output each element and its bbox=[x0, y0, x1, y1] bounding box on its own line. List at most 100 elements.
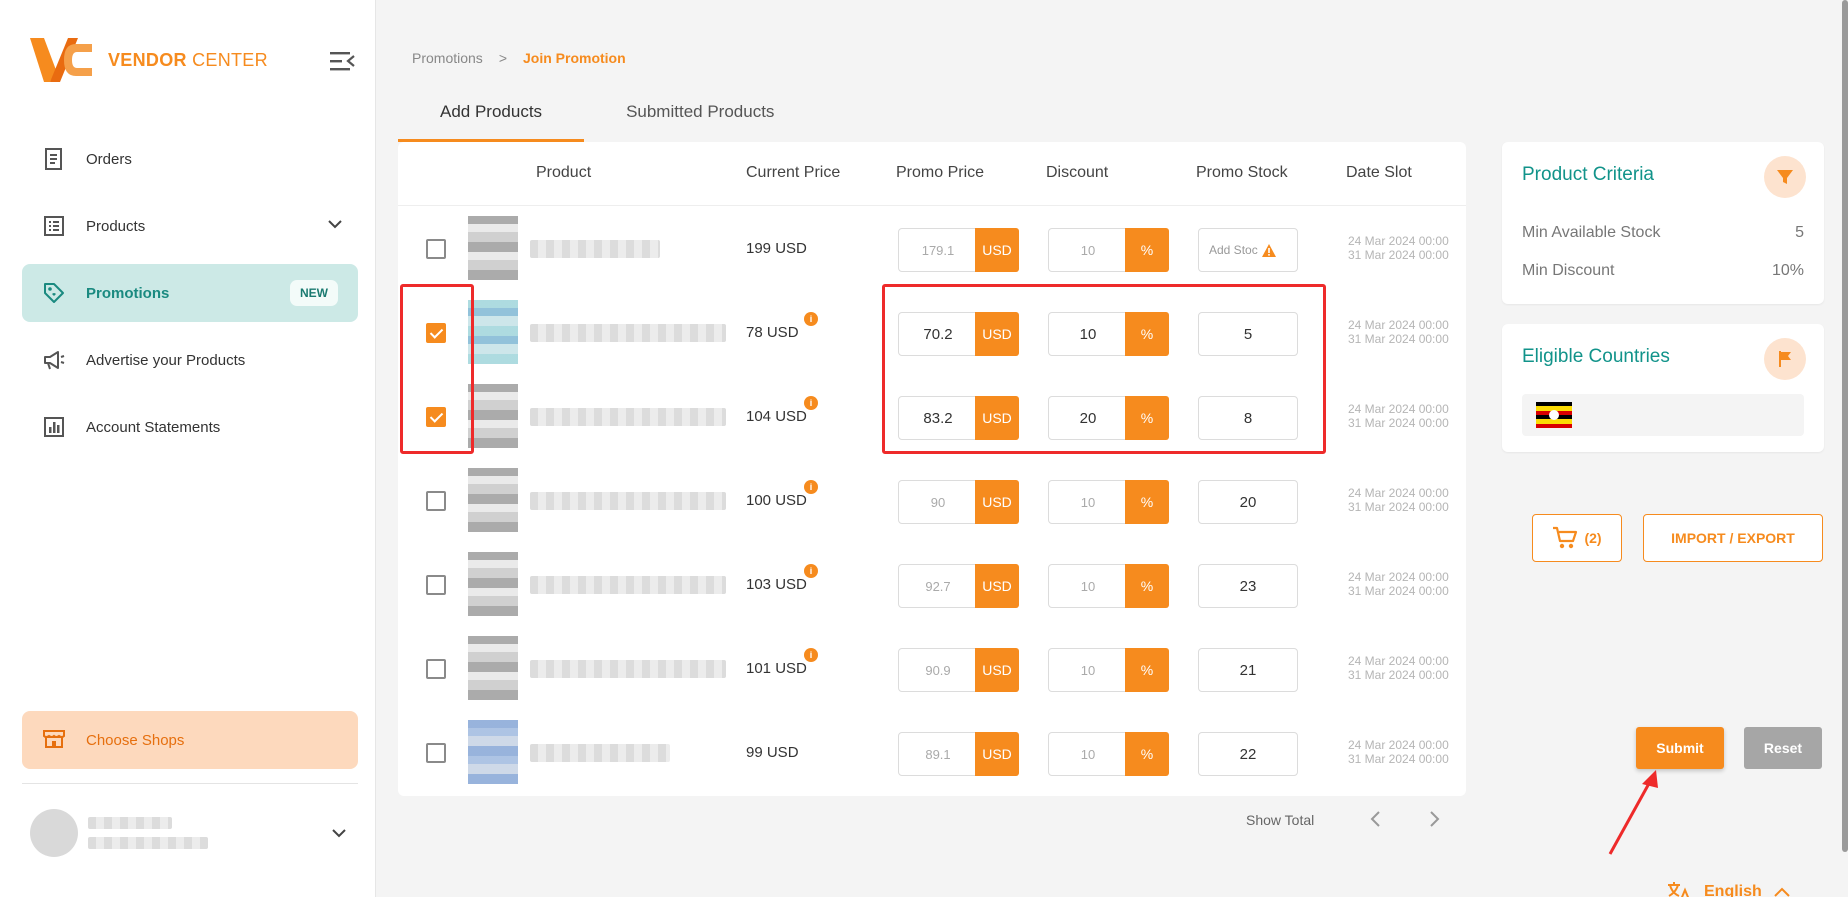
promo-price-input[interactable]: 92.7 bbox=[898, 564, 978, 608]
sidebar-item-label: Promotions bbox=[86, 284, 170, 302]
choose-shops-button[interactable]: Choose Shops bbox=[22, 711, 358, 769]
product-thumbnail bbox=[468, 552, 518, 616]
sidebar: VENDOR CENTER Orders Products Promotions… bbox=[0, 0, 376, 897]
scrollbar[interactable] bbox=[1842, 0, 1848, 852]
discount-input[interactable]: 10 bbox=[1048, 564, 1128, 608]
promo-price-input[interactable]: 90.9 bbox=[898, 648, 978, 692]
uganda-flag-icon bbox=[1536, 402, 1572, 428]
info-icon[interactable]: i bbox=[804, 564, 818, 578]
vendor-center-logo-icon bbox=[30, 38, 92, 82]
sidebar-item-products[interactable]: Products bbox=[22, 197, 358, 255]
promo-price-input[interactable]: 89.1 bbox=[898, 732, 978, 776]
promo-stock-value: 21 bbox=[1239, 661, 1257, 679]
cart-count: (2) bbox=[1584, 530, 1602, 546]
sidebar-item-label: Advertise your Products bbox=[86, 351, 246, 369]
store-icon bbox=[42, 727, 66, 753]
date-slot: 24 Mar 2024 00:00 31 Mar 2024 00:00 bbox=[1348, 738, 1449, 766]
promo-price-input[interactable]: 90 bbox=[898, 480, 978, 524]
currency-suffix: USD bbox=[975, 648, 1019, 692]
sidebar-item-advertise[interactable]: Advertise your Products bbox=[22, 331, 358, 389]
product-thumbnail bbox=[468, 216, 518, 280]
date-slot: 24 Mar 2024 00:00 31 Mar 2024 00:00 bbox=[1348, 402, 1449, 430]
criteria-row: Min Discount 10% bbox=[1522, 262, 1804, 280]
current-price: 101 USD bbox=[746, 660, 807, 677]
user-menu[interactable] bbox=[30, 808, 356, 858]
sidebar-item-promotions[interactable]: Promotions NEW bbox=[22, 264, 358, 322]
tab-submitted-products[interactable]: Submitted Products bbox=[584, 92, 816, 142]
discount-input[interactable]: 10 bbox=[1048, 648, 1128, 692]
percent-suffix: % bbox=[1125, 648, 1169, 692]
promo-stock-value: 22 bbox=[1239, 745, 1257, 763]
sidebar-item-account-statements[interactable]: Account Statements bbox=[22, 398, 358, 456]
promo-stock-input[interactable]: 5 bbox=[1198, 312, 1298, 356]
discount-input[interactable]: 10 bbox=[1048, 228, 1128, 272]
info-icon[interactable]: i bbox=[804, 396, 818, 410]
date-start: 24 Mar 2024 00:00 bbox=[1348, 234, 1449, 248]
promo-stock-value: 5 bbox=[1243, 325, 1253, 343]
row-select-checkbox[interactable] bbox=[426, 407, 446, 427]
warning-icon bbox=[1261, 243, 1276, 257]
info-icon[interactable]: i bbox=[804, 648, 818, 662]
percent-suffix: % bbox=[1125, 312, 1169, 356]
import-export-button[interactable]: IMPORT / EXPORT bbox=[1643, 514, 1823, 562]
date-end: 31 Mar 2024 00:00 bbox=[1348, 416, 1449, 430]
current-price: 100 USD bbox=[746, 492, 807, 509]
discount-input[interactable]: 10 bbox=[1048, 480, 1128, 524]
promo-price-input[interactable]: 179.1 bbox=[898, 228, 978, 272]
date-end: 31 Mar 2024 00:00 bbox=[1348, 584, 1449, 598]
promo-stock-input[interactable]: 20 bbox=[1198, 480, 1298, 524]
language-switcher[interactable]: English bbox=[1666, 880, 1790, 897]
cart-icon bbox=[1553, 526, 1578, 549]
reset-button[interactable]: Reset bbox=[1744, 727, 1822, 769]
date-slot: 24 Mar 2024 00:00 31 Mar 2024 00:00 bbox=[1348, 654, 1449, 682]
info-icon[interactable]: i bbox=[804, 312, 818, 326]
collapse-menu-icon[interactable] bbox=[330, 50, 356, 72]
current-price: 103 USD bbox=[746, 576, 807, 593]
row-select-checkbox[interactable] bbox=[426, 659, 446, 679]
tag-icon bbox=[42, 281, 66, 305]
tab-add-products[interactable]: Add Products bbox=[398, 92, 585, 142]
product-name-redacted bbox=[530, 324, 726, 342]
info-icon[interactable]: i bbox=[804, 480, 818, 494]
chevron-down-icon[interactable] bbox=[332, 828, 346, 838]
cart-button[interactable]: (2) bbox=[1532, 514, 1622, 562]
promo-stock-input[interactable]: Add Stoc bbox=[1198, 228, 1298, 272]
divider bbox=[22, 783, 358, 784]
product-name-redacted bbox=[530, 408, 726, 426]
date-slot: 24 Mar 2024 00:00 31 Mar 2024 00:00 bbox=[1348, 318, 1449, 346]
date-slot: 24 Mar 2024 00:00 31 Mar 2024 00:00 bbox=[1348, 234, 1449, 262]
breadcrumb-promotions[interactable]: Promotions bbox=[412, 50, 483, 66]
promo-stock-input[interactable]: 23 bbox=[1198, 564, 1298, 608]
show-total-label[interactable]: Show Total bbox=[1246, 812, 1314, 828]
chevron-down-icon[interactable] bbox=[328, 219, 342, 229]
sidebar-item-orders[interactable]: Orders bbox=[22, 130, 358, 188]
currency-suffix: USD bbox=[975, 564, 1019, 608]
promo-stock-input[interactable]: 21 bbox=[1198, 648, 1298, 692]
row-select-checkbox[interactable] bbox=[426, 575, 446, 595]
arrow-annotation bbox=[1608, 770, 1658, 855]
chevron-right-icon[interactable] bbox=[1424, 808, 1444, 830]
submit-button[interactable]: Submit bbox=[1636, 727, 1724, 769]
table-row: 104 USD i 83.2 USD 20% 8 24 Mar 2024 00:00 31 M… bbox=[398, 374, 1466, 458]
current-price: 104 USD bbox=[746, 408, 807, 425]
row-select-checkbox[interactable] bbox=[426, 491, 446, 511]
product-name-redacted bbox=[530, 492, 726, 510]
promo-price-input[interactable]: 83.2 bbox=[898, 396, 978, 440]
chevron-up-icon bbox=[1774, 887, 1790, 897]
discount-input[interactable]: 10 bbox=[1048, 312, 1128, 356]
promo-stock-input[interactable]: 22 bbox=[1198, 732, 1298, 776]
currency-suffix: USD bbox=[975, 228, 1019, 272]
row-select-checkbox[interactable] bbox=[426, 743, 446, 763]
promo-price-input[interactable]: 70.2 bbox=[898, 312, 978, 356]
row-select-checkbox[interactable] bbox=[426, 239, 446, 259]
row-select-checkbox[interactable] bbox=[426, 323, 446, 343]
chevron-left-icon[interactable] bbox=[1366, 808, 1386, 830]
product-thumbnail bbox=[468, 384, 518, 448]
breadcrumb-current: Join Promotion bbox=[523, 50, 626, 66]
discount-input[interactable]: 10 bbox=[1048, 732, 1128, 776]
criteria-value: 5 bbox=[1795, 224, 1804, 241]
brand-logo[interactable]: VENDOR CENTER bbox=[30, 36, 268, 84]
promo-stock-input[interactable]: 8 bbox=[1198, 396, 1298, 440]
date-end: 31 Mar 2024 00:00 bbox=[1348, 500, 1449, 514]
discount-input[interactable]: 20 bbox=[1048, 396, 1128, 440]
